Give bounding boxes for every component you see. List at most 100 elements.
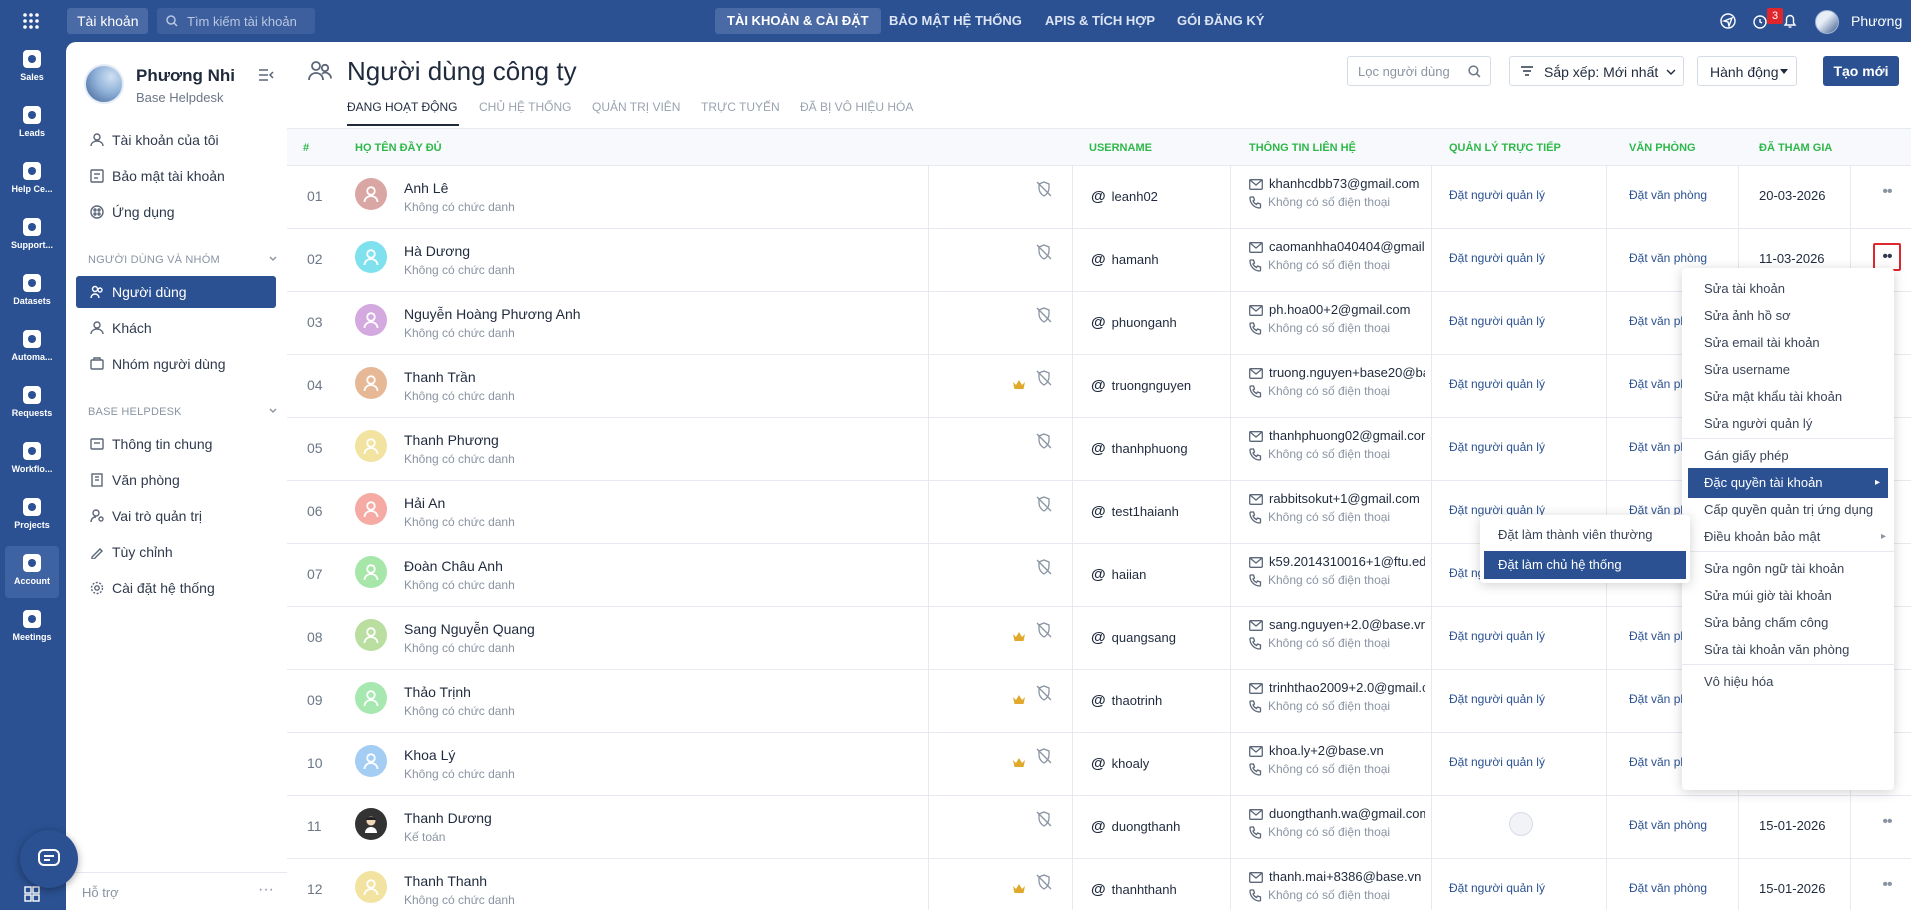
nav-account-settings[interactable]: TÀI KHOẢN & CÀI ĐẶT	[715, 8, 881, 34]
help-link[interactable]: Hỗ trợ	[82, 885, 119, 900]
set-manager-link[interactable]: Đặt người quản lý	[1449, 629, 1545, 643]
set-manager-link[interactable]: Đặt người quản lý	[1449, 692, 1545, 706]
user-full-name[interactable]: Thanh Trần	[404, 369, 476, 385]
filter-users-input[interactable]: Lọc người dùng	[1347, 56, 1491, 86]
collapse-sidebar-icon[interactable]	[258, 68, 274, 82]
context-menu-item[interactable]: Sửa tài khoản	[1682, 274, 1894, 304]
set-manager-link[interactable]: Đặt người quản lý	[1449, 251, 1545, 265]
table-row[interactable]: 04 Thanh Trần Không có chức danh @ truongngu…	[287, 355, 1911, 418]
col-joined[interactable]: ĐÃ THAM GIA	[1759, 142, 1832, 154]
context-menu-item[interactable]: Sửa ngôn ngữ tài khoản	[1682, 554, 1894, 584]
context-menu-item[interactable]: Sửa múi giờ tài khoản	[1682, 581, 1894, 611]
section-base-helpdesk[interactable]: BASE HELPDESK	[88, 406, 277, 418]
set-office-link[interactable]: Đặt văn phòng	[1629, 188, 1707, 202]
sidebar-item-account-security[interactable]: Bảo mật tài khoản	[76, 160, 276, 192]
avatar[interactable]	[355, 493, 387, 525]
user-full-name[interactable]: Nguyễn Hoàng Phương Anh	[404, 306, 581, 322]
create-user-button[interactable]: Tạo mới	[1823, 56, 1899, 86]
table-row[interactable]: 03 Nguyễn Hoàng Phương Anh Không có chức d…	[287, 292, 1911, 355]
tab-active-users[interactable]: ĐANG HOẠT ĐỘNG	[347, 100, 457, 114]
table-row[interactable]: 08 Sang Nguyễn Quang Không có chức danh @ qu…	[287, 607, 1911, 670]
col-full-name[interactable]: HỌ TÊN ĐẦY ĐỦ	[355, 142, 442, 154]
table-row[interactable]: 09 Thảo Trịnh Không có chức danh @ thaotrinh…	[287, 670, 1911, 733]
set-manager-link[interactable]: Đặt người quản lý	[1449, 188, 1545, 202]
table-row[interactable]: 05 Thanh Phương Không có chức danh @ thanhph…	[287, 418, 1911, 481]
section-users-groups[interactable]: NGƯỜI DÙNG VÀ NHÓM	[88, 254, 277, 266]
table-row[interactable]: 12 Thanh Thanh Không có chức danh @ thanhtha…	[287, 859, 1911, 910]
sidebar-item-offices[interactable]: Văn phòng	[76, 464, 276, 496]
context-menu-item[interactable]: Sửa bảng chấm công	[1682, 608, 1894, 638]
table-row[interactable]: 02 Hà Dương Không có chức danh @ hamanh caoma…	[287, 229, 1911, 292]
set-office-link[interactable]: Đặt văn phòng	[1629, 818, 1707, 832]
action-dropdown[interactable]: Hành động	[1697, 56, 1797, 86]
more-options-icon[interactable]: ···	[258, 881, 274, 899]
avatar[interactable]	[355, 241, 387, 273]
user-full-name[interactable]: Thanh Dương	[404, 810, 492, 826]
row-more-button[interactable]: ••	[1873, 243, 1901, 271]
user-full-name[interactable]: Đoàn Châu Anh	[404, 558, 503, 574]
sidebar-item-admin-roles[interactable]: Vai trò quản trị	[76, 500, 276, 532]
context-menu-item[interactable]: Sửa ảnh hồ sơ	[1682, 301, 1894, 331]
avatar[interactable]	[355, 367, 387, 399]
avatar[interactable]	[355, 556, 387, 588]
rail-support[interactable]: Support...	[5, 210, 59, 262]
set-office-link[interactable]: Đặt văn phòng	[1629, 251, 1707, 265]
set-office-link[interactable]: Đặt văn phòng	[1629, 881, 1707, 895]
user-avatar[interactable]	[1815, 10, 1839, 34]
rail-sales[interactable]: Sales	[5, 42, 59, 94]
sidebar-item-system-settings[interactable]: Cài đặt hệ thống	[76, 572, 276, 604]
row-more-button[interactable]: ••	[1873, 873, 1901, 901]
context-menu-item[interactable]: Sửa mật khẩu tài khoản	[1682, 382, 1894, 412]
context-menu-item[interactable]: Cấp quyền quản trị ứng dụng	[1682, 495, 1894, 525]
apps-icon[interactable]	[24, 886, 40, 902]
avatar[interactable]	[355, 682, 387, 714]
tab-system-owners[interactable]: CHỦ HỆ THỐNG	[479, 100, 571, 114]
nav-subscription[interactable]: GÓI ĐĂNG KÝ	[1165, 8, 1276, 34]
sidebar-item-users[interactable]: Người dùng	[76, 276, 276, 308]
context-menu-item[interactable]: Vô hiệu hóa	[1682, 667, 1894, 697]
table-row[interactable]: 01 Anh Lê Không có chức danh @ leanh02 khanhc…	[287, 166, 1911, 229]
rail-workflow[interactable]: Workflo...	[5, 434, 59, 486]
bell-icon[interactable]	[1783, 13, 1797, 29]
sidebar-item-apps[interactable]: Ứng dụng	[76, 196, 276, 228]
app-grid-icon[interactable]	[22, 12, 40, 30]
user-full-name[interactable]: Thanh Phương	[404, 432, 499, 448]
sidebar-item-customize[interactable]: Tùy chỉnh	[76, 536, 276, 568]
context-menu-item[interactable]: Sửa tài khoản văn phòng	[1682, 635, 1894, 665]
avatar[interactable]	[355, 808, 387, 840]
avatar[interactable]	[355, 430, 387, 462]
alarm-icon[interactable]	[1752, 13, 1768, 29]
set-system-owner-option[interactable]: Đặt làm chủ hệ thống	[1484, 551, 1686, 579]
rail-account[interactable]: Account	[5, 546, 59, 598]
tab-admins[interactable]: QUẢN TRỊ VIÊN	[592, 100, 680, 114]
nav-system-security[interactable]: BẢO MẬT HỆ THỐNG	[877, 8, 1034, 34]
context-menu-item[interactable]: Điều khoản bảo mật ▸	[1682, 522, 1894, 552]
rail-meetings[interactable]: Meetings	[5, 602, 59, 654]
set-manager-link[interactable]: Đặt người quản lý	[1449, 881, 1545, 895]
nav-apis-integration[interactable]: APIS & TÍCH HỢP	[1033, 8, 1167, 34]
manager-avatar[interactable]	[1509, 812, 1533, 836]
tab-online[interactable]: TRỰC TUYẾN	[701, 100, 780, 114]
user-full-name[interactable]: Hà Dương	[404, 243, 470, 259]
context-menu-item[interactable]: Sửa người quản lý	[1682, 409, 1894, 439]
set-manager-link[interactable]: Đặt người quản lý	[1449, 314, 1545, 328]
context-menu-item[interactable]: Sửa username	[1682, 355, 1894, 385]
set-manager-link[interactable]: Đặt người quản lý	[1449, 755, 1545, 769]
rail-leads[interactable]: Leads	[5, 98, 59, 150]
set-manager-link[interactable]: Đặt người quản lý	[1449, 377, 1545, 391]
user-full-name[interactable]: Thảo Trịnh	[404, 684, 471, 700]
avatar[interactable]	[355, 178, 387, 210]
col-username[interactable]: USERNAME	[1089, 142, 1152, 154]
sidebar-item-general-info[interactable]: Thông tin chung	[76, 428, 276, 460]
sidebar-item-guests[interactable]: Khách	[76, 312, 276, 344]
sidebar-item-user-groups[interactable]: Nhóm người dùng	[76, 348, 276, 380]
user-full-name[interactable]: Khoa Lý	[404, 747, 455, 763]
user-full-name[interactable]: Anh Lê	[404, 180, 448, 196]
chat-button[interactable]	[20, 830, 78, 888]
rail-automation[interactable]: Automa...	[5, 322, 59, 374]
user-name[interactable]: Phương	[1851, 13, 1902, 29]
user-full-name[interactable]: Hải An	[404, 495, 445, 511]
sidebar-item-my-account[interactable]: Tài khoản của tôi	[76, 124, 276, 156]
avatar[interactable]	[355, 619, 387, 651]
rail-datasets[interactable]: Datasets	[5, 266, 59, 318]
